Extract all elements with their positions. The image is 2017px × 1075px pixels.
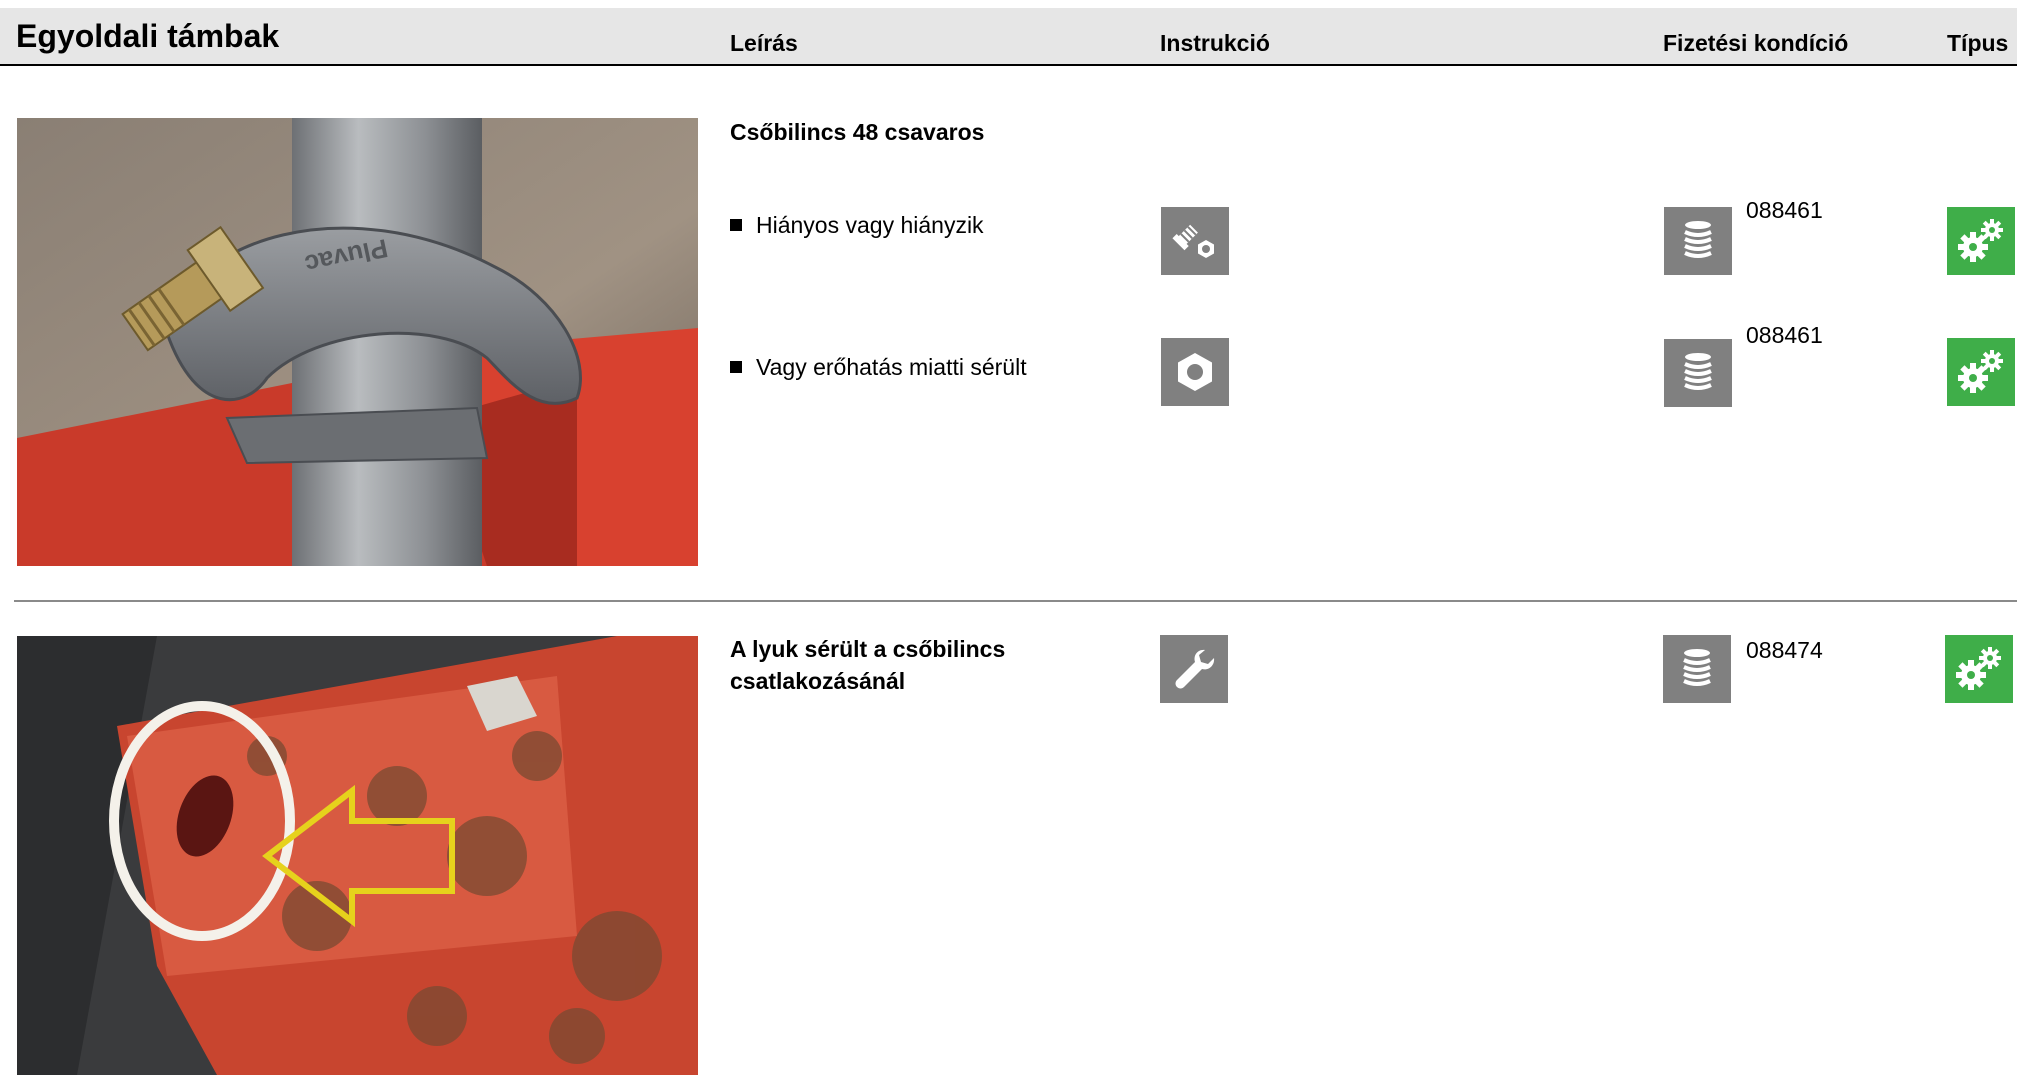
column-header-description: Leírás [730, 30, 798, 56]
bullet-marker [730, 361, 742, 373]
damaged-hole-photo [17, 636, 698, 1075]
section-title-pipe-clamp: Csőbilincs 48 csavaros [730, 119, 985, 145]
gears-icon [1945, 635, 2013, 703]
list-item-text: Hiányos vagy hiányzik [756, 212, 984, 238]
section-title-line: A lyuk sérült a csőbilincs [730, 636, 1006, 662]
bullet-marker [730, 219, 742, 231]
column-header-type: Típus [1947, 30, 2009, 56]
article-code: 088461 [1746, 197, 1823, 223]
page-title: Egyoldali támbak [16, 18, 280, 54]
column-header-payment: Fizetési kondíció [1663, 30, 1849, 56]
column-header-instruction: Instrukció [1160, 30, 1270, 56]
list-item-text: Vagy erőhatás miatti sérült [756, 354, 1027, 380]
pipe-clamp-photo: Pluvac [17, 118, 698, 566]
table-header: Egyoldali támbak Leírás Instrukció Fizet… [0, 8, 2017, 66]
list-item: Hiányos vagy hiányzik [730, 210, 984, 240]
stack-icon [1664, 339, 1732, 407]
bolt-nut-icon [1161, 207, 1229, 275]
gears-icon [1947, 207, 2015, 275]
nut-icon [1161, 338, 1229, 406]
list-item: Vagy erőhatás miatti sérült [730, 352, 1027, 382]
wrench-icon [1160, 635, 1228, 703]
section-title-hole-damage: A lyuk sérült a csőbilincs csatlakozásán… [730, 633, 1005, 697]
stack-icon [1664, 207, 1732, 275]
section-title-line: csatlakozásánál [730, 668, 906, 694]
stack-icon [1663, 635, 1731, 703]
article-code: 088474 [1746, 637, 1823, 663]
article-code: 088461 [1746, 322, 1823, 348]
gears-icon [1947, 338, 2015, 406]
section-divider [14, 600, 2017, 602]
